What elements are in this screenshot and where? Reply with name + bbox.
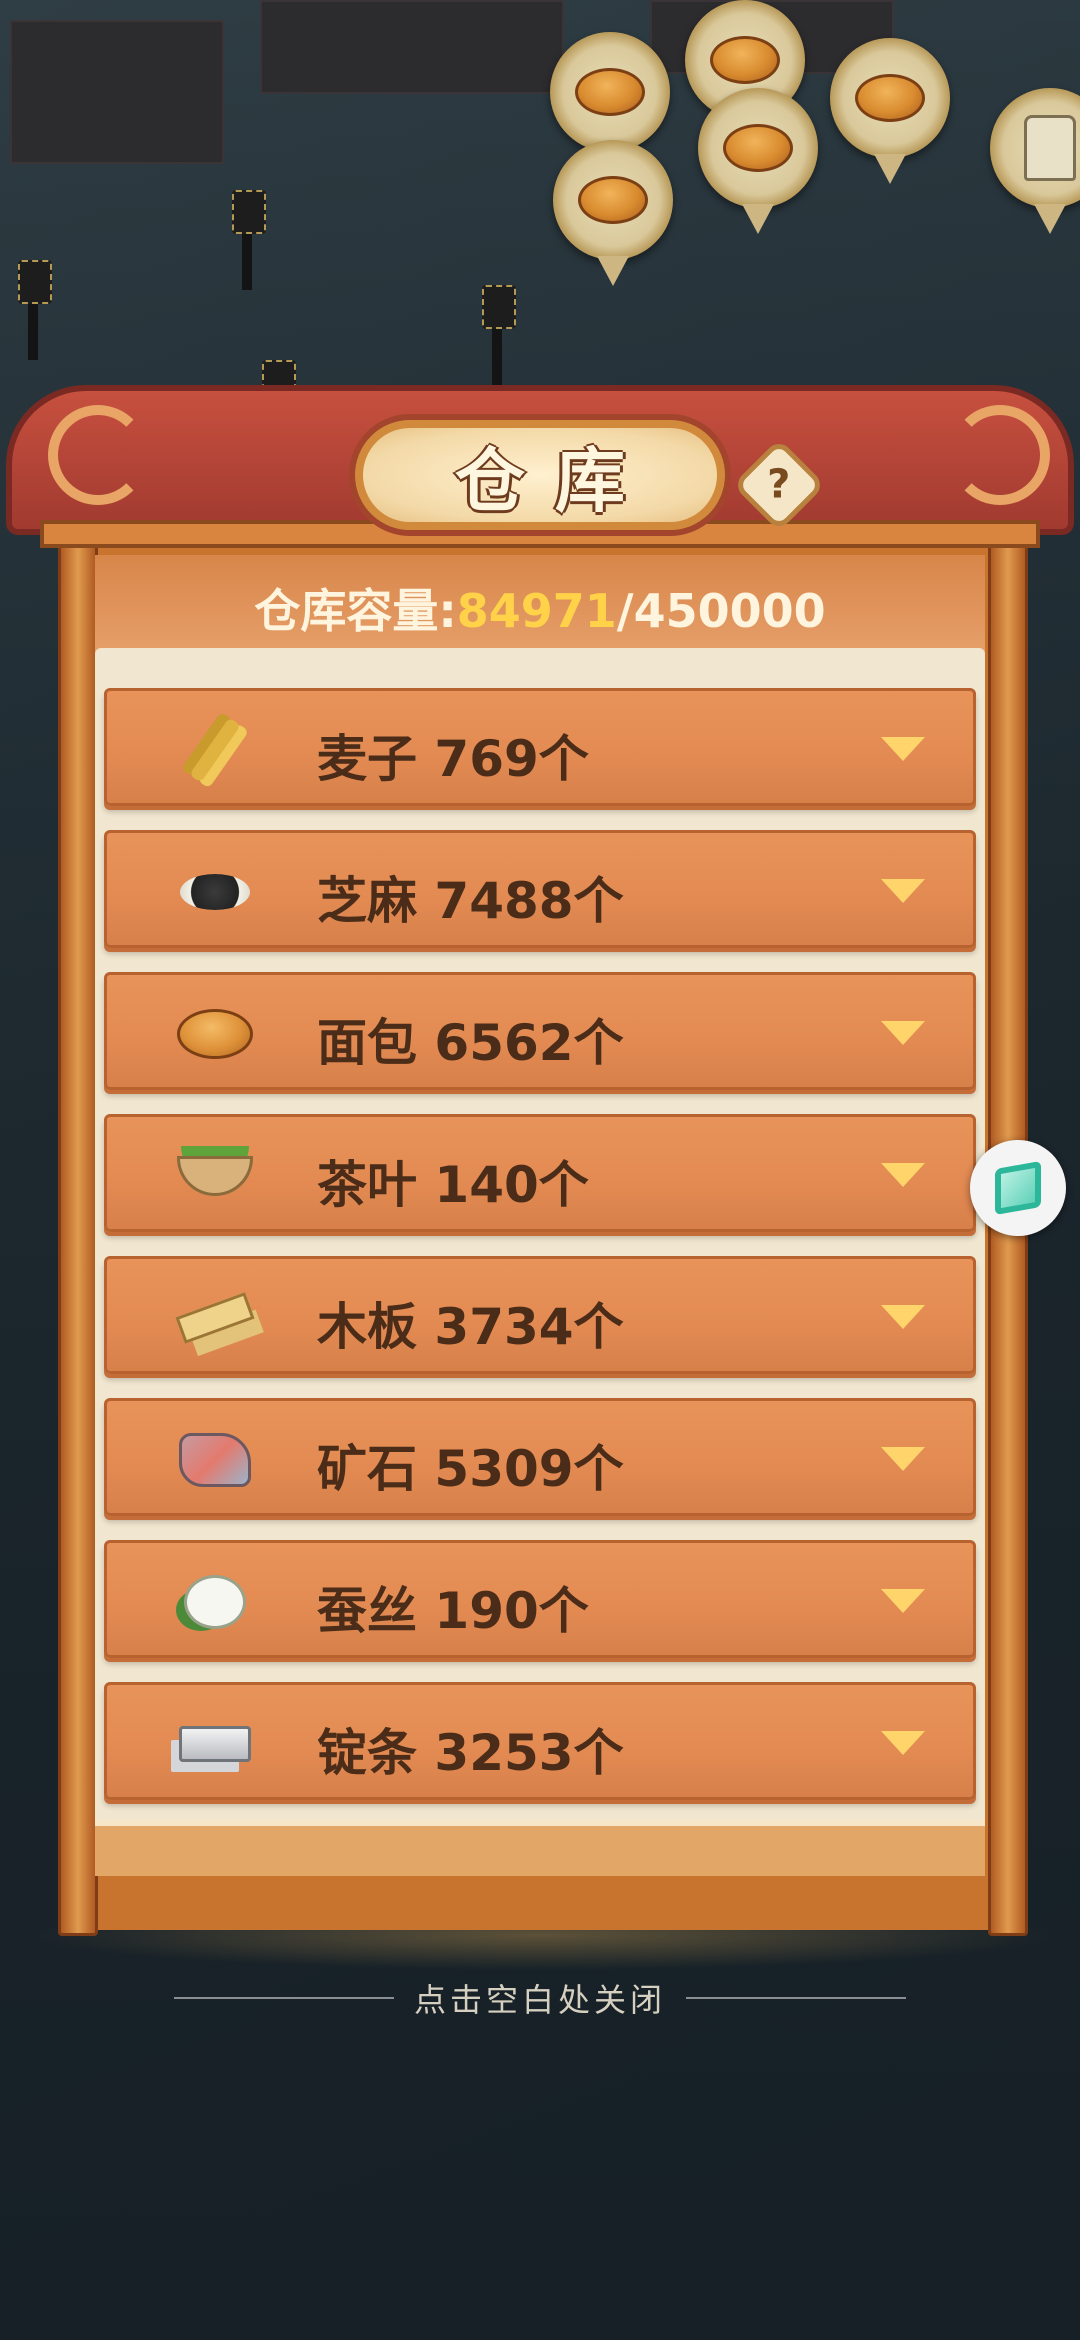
question-icon: ? [767,461,791,508]
bread-production-marker[interactable] [550,32,670,152]
roof-curl-ornament [48,405,148,505]
bread-icon [723,124,793,172]
bread-production-marker[interactable] [698,88,818,208]
wheat-icon [177,715,253,785]
item-label: 芝麻 7488个 [317,872,624,930]
street-lamp [18,260,52,360]
street-lamp [482,285,516,385]
item-row-sesame[interactable]: 芝麻 7488个 [104,830,976,948]
close-hint-area[interactable]: 点击空白处关闭 [0,1975,1080,2021]
cube-icon [995,1160,1041,1216]
chevron-down-icon[interactable] [881,737,925,761]
item-label: 矿石 5309个 [317,1440,624,1498]
bread-production-marker[interactable] [830,38,950,158]
ore-icon [177,1425,253,1495]
item-label: 麦子 769个 [317,730,589,788]
bread-icon [855,74,925,122]
item-label: 蚕丝 190个 [317,1582,589,1640]
list-bottom-edge [95,1820,985,1876]
chevron-down-icon[interactable] [881,1163,925,1187]
divider [173,1997,394,1999]
item-row-tea[interactable]: 茶叶 140个 [104,1114,976,1232]
capacity-total: 450000 [633,584,826,638]
chevron-down-icon[interactable] [881,1021,925,1045]
divider [686,1997,906,1999]
roof-curl-ornament [950,405,1050,505]
capacity-separator: / [616,584,634,638]
item-row-ingot[interactable]: 锭条 3253个 [104,1682,976,1800]
item-row-silk[interactable]: 蚕丝 190个 [104,1540,976,1658]
item-label: 锭条 3253个 [317,1724,624,1782]
item-row-bread[interactable]: 面包 6562个 [104,972,976,1090]
tea-leaves-icon [177,1141,253,1211]
item-row-wheat[interactable]: 麦子 769个 [104,688,976,806]
bread-icon [710,36,780,84]
item-label: 木板 3734个 [317,1298,624,1356]
robe-icon [1024,115,1076,181]
item-row-ore[interactable]: 矿石 5309个 [104,1398,976,1516]
bread-icon [578,176,648,224]
capacity-label: 仓库容量: [254,584,457,638]
panel-post-right [988,540,1028,1936]
panel-title: 仓库 [455,438,655,522]
panel-post-left [58,540,98,1936]
item-row-plank[interactable]: 木板 3734个 [104,1256,976,1374]
chevron-down-icon[interactable] [881,1447,925,1471]
silk-cocoon-icon [177,1567,253,1637]
item-label: 茶叶 140个 [317,1156,589,1214]
wood-plank-icon [175,1283,255,1353]
item-label: 面包 6562个 [317,1014,624,1072]
title-plate: 仓库 [355,420,725,530]
chevron-down-icon[interactable] [881,879,925,903]
background-building [10,20,224,164]
chevron-down-icon[interactable] [881,1589,925,1613]
bread-production-marker[interactable] [553,140,673,260]
bread-icon [177,999,253,1069]
ingot-icon [177,1709,253,1779]
background-building [260,0,564,94]
chevron-down-icon[interactable] [881,1731,925,1755]
sesame-icon [177,857,253,927]
chevron-down-icon[interactable] [881,1305,925,1329]
street-lamp [232,190,266,290]
bread-icon [575,68,645,116]
capacity-used: 84971 [456,584,617,638]
close-hint-text: 点击空白处关闭 [413,1981,666,2019]
capacity-text: 仓库容量:84971/450000 [0,575,1080,641]
floating-cube-button[interactable] [970,1140,1066,1236]
